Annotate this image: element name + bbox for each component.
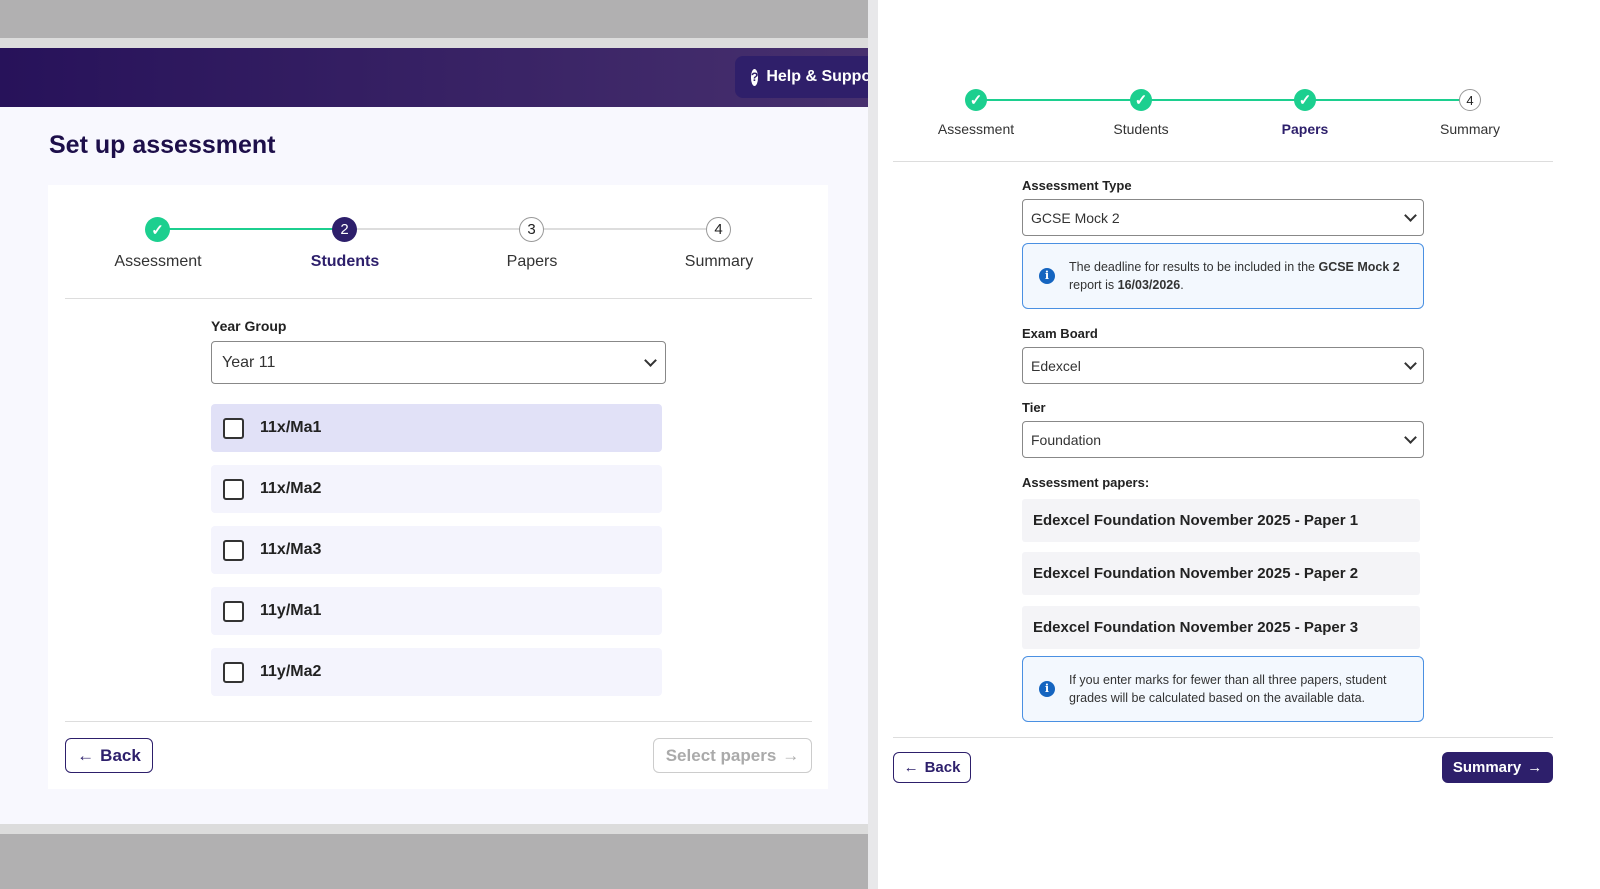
partial-papers-info-box: i If you enter marks for fewer than all t… <box>1022 656 1424 722</box>
step-label-summary: Summary <box>684 253 754 270</box>
help-support-button[interactable]: ? Help & Support <box>735 56 875 98</box>
step-connector <box>976 99 1470 101</box>
chevron-down-icon <box>1404 430 1417 444</box>
select-papers-button[interactable]: Select papers → <box>653 738 812 773</box>
step-label-papers: Papers <box>506 253 558 270</box>
paper-item: Edexcel Foundation November 2025 - Paper… <box>1022 606 1420 649</box>
divider <box>893 161 1553 162</box>
arrow-right-icon: → <box>782 745 800 765</box>
deadline-text: The deadline for results to be included … <box>1069 258 1407 294</box>
info-icon: i <box>1039 268 1055 284</box>
page-title: Set up assessment <box>49 131 276 159</box>
step-4-indicator: 4 <box>706 217 731 242</box>
class-option[interactable]: 11x/Ma1 <box>211 404 662 452</box>
step-connector <box>158 228 345 230</box>
check-icon: ✓ <box>965 89 987 111</box>
back-button[interactable]: ← Back <box>893 752 971 783</box>
step-label-students: Students <box>1113 121 1169 137</box>
class-option[interactable]: 11y/Ma1 <box>211 587 662 635</box>
students-step-panel: ? Help & Support Set up assessment ✓ 2 3 … <box>0 0 875 889</box>
class-label: 11y/Ma1 <box>260 602 322 619</box>
deadline-info-box: i The deadline for results to be included… <box>1022 243 1424 309</box>
chevron-down-icon <box>644 353 657 367</box>
class-label: 11x/Ma1 <box>260 419 322 436</box>
checkbox[interactable] <box>223 600 244 622</box>
step-label-papers: Papers <box>1281 121 1329 137</box>
tier-select[interactable]: Foundation <box>1022 421 1424 458</box>
checkbox[interactable] <box>223 539 244 561</box>
deadline-text-part: report is <box>1069 278 1118 292</box>
step-label-students: Students <box>310 253 380 270</box>
backdrop-top <box>0 0 868 38</box>
paper-item: Edexcel Foundation November 2025 - Paper… <box>1022 499 1420 542</box>
checkbox[interactable] <box>223 478 244 500</box>
arrow-left-icon: ← <box>77 745 95 765</box>
step-label-assessment: Assessment <box>937 121 1015 137</box>
year-group-value: Year 11 <box>222 353 276 371</box>
check-icon: ✓ <box>1130 89 1152 111</box>
step-4-indicator: 4 <box>1459 89 1481 111</box>
summary-button[interactable]: Summary → <box>1442 752 1553 783</box>
class-option[interactable]: 11y/Ma2 <box>211 648 662 696</box>
arrow-left-icon: ← <box>903 759 919 776</box>
year-group-select[interactable]: Year 11 <box>211 341 666 384</box>
panel-separator <box>868 0 878 889</box>
help-icon: ? <box>751 68 759 86</box>
exam-board-label: Exam Board <box>1022 326 1098 341</box>
deadline-date: 16/03/2026 <box>1117 278 1181 292</box>
help-label: Help & Support <box>766 68 875 85</box>
exam-board-value: Edexcel <box>1031 357 1081 374</box>
class-label: 11y/Ma2 <box>260 663 322 680</box>
class-label: 11x/Ma2 <box>260 480 322 497</box>
back-button[interactable]: ← Back <box>65 738 153 773</box>
assessment-type-select[interactable]: GCSE Mock 2 <box>1022 199 1424 236</box>
paper-item: Edexcel Foundation November 2025 - Paper… <box>1022 552 1420 595</box>
checkbox[interactable] <box>223 417 244 439</box>
back-label: Back <box>100 745 141 765</box>
backdrop-bottom <box>0 834 868 889</box>
exam-board-select[interactable]: Edexcel <box>1022 347 1424 384</box>
class-option[interactable]: 11x/Ma3 <box>211 526 662 574</box>
tier-value: Foundation <box>1031 431 1102 448</box>
year-group-label: Year Group <box>211 318 287 334</box>
step-3-indicator: 3 <box>519 217 544 242</box>
chevron-down-icon <box>1404 356 1417 370</box>
tier-label: Tier <box>1022 400 1046 415</box>
assessment-type-label: Assessment Type <box>1022 178 1132 193</box>
backdrop-edge <box>0 824 868 834</box>
assessment-name: GCSE Mock 2 <box>1318 260 1400 274</box>
chevron-down-icon <box>1404 208 1417 222</box>
summary-label: Summary <box>1452 759 1522 776</box>
arrow-right-icon: → <box>1527 759 1543 776</box>
deadline-text-part: The deadline for results to be included … <box>1069 260 1319 274</box>
class-option[interactable]: 11x/Ma2 <box>211 465 662 513</box>
assessment-papers-label: Assessment papers: <box>1022 475 1150 490</box>
divider <box>893 737 1553 738</box>
assessment-type-value: GCSE Mock 2 <box>1031 209 1120 226</box>
divider <box>65 298 812 299</box>
step-label-assessment: Assessment <box>114 253 202 270</box>
class-label: 11x/Ma3 <box>260 541 322 558</box>
partial-papers-text: If you enter marks for fewer than all th… <box>1069 673 1387 705</box>
deadline-text-part: . <box>1180 278 1184 292</box>
backdrop-edge <box>0 38 868 48</box>
select-papers-label: Select papers <box>665 745 777 765</box>
step-label-summary: Summary <box>1440 121 1500 137</box>
check-icon: ✓ <box>1294 89 1316 111</box>
check-icon: ✓ <box>145 217 170 242</box>
info-icon: i <box>1039 681 1055 697</box>
divider <box>65 721 812 722</box>
back-label: Back <box>924 759 961 776</box>
step-2-indicator: 2 <box>332 217 357 242</box>
checkbox[interactable] <box>223 661 244 683</box>
